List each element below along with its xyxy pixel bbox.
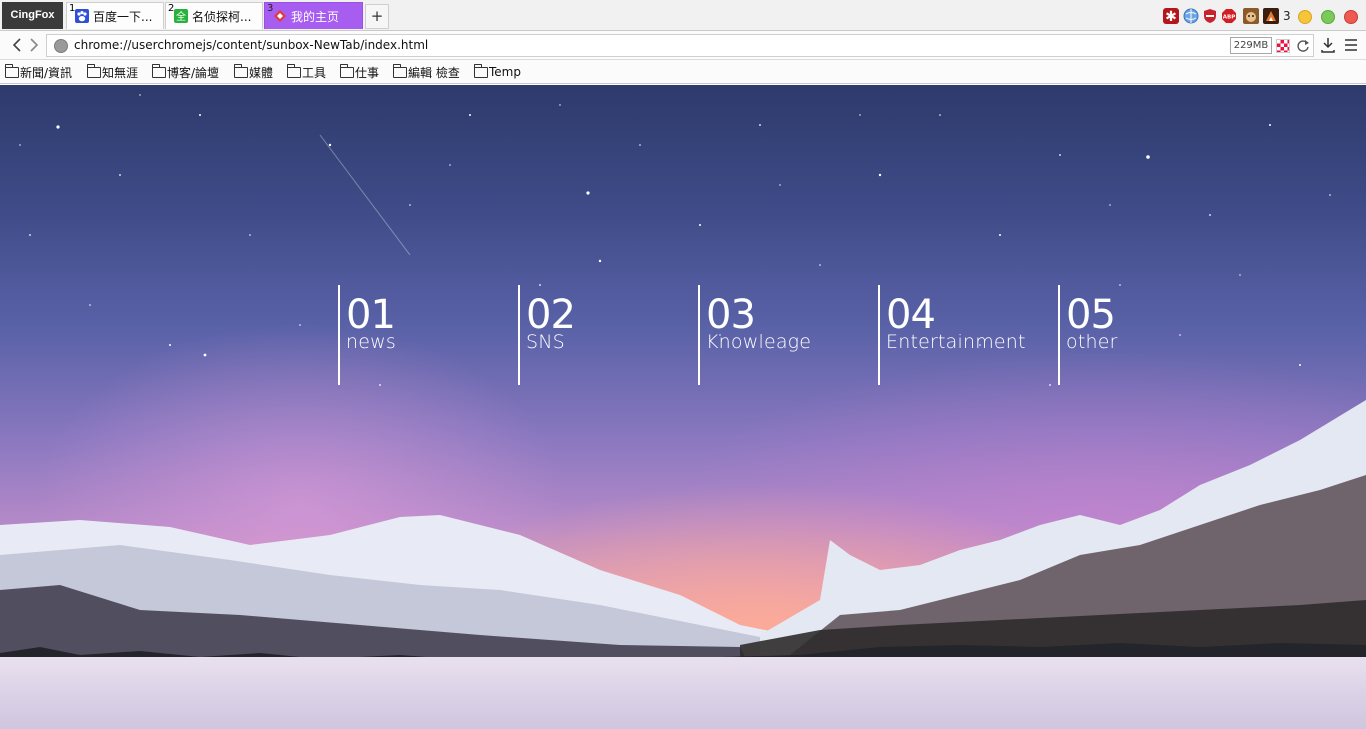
monkey-extension-icon[interactable] bbox=[1243, 8, 1259, 24]
tab-number: 3 bbox=[267, 3, 274, 14]
speed-dial-news[interactable]: 01 news bbox=[338, 285, 508, 385]
asterisk-extension-icon[interactable]: ✱ bbox=[1163, 8, 1179, 25]
new-tab-button[interactable]: + bbox=[365, 4, 389, 29]
url-text[interactable]: chrome://userchromejs/content/sunbox-New… bbox=[74, 35, 428, 56]
diamond-icon bbox=[273, 9, 287, 23]
folder-icon bbox=[87, 63, 101, 78]
extension-count-badge: 3 bbox=[1283, 9, 1291, 23]
bookmark-folder-knowledge[interactable]: 知無涯 bbox=[87, 63, 139, 80]
tab-label: 名侦探柯... bbox=[192, 9, 252, 24]
bookmark-folder-edit[interactable]: 編輯 檢查 bbox=[393, 63, 460, 80]
tile-label: news bbox=[346, 331, 396, 353]
maximize-button[interactable] bbox=[1321, 10, 1335, 24]
bookmark-label: 工具 bbox=[302, 65, 327, 80]
svg-text:全: 全 bbox=[176, 10, 186, 23]
speed-dial-other[interactable]: 05 other bbox=[1058, 285, 1228, 385]
speed-dial-sns[interactable]: 02 SNS bbox=[518, 285, 688, 385]
tab-label: 我的主页 bbox=[291, 9, 340, 24]
paw-icon bbox=[75, 9, 89, 23]
bookmark-label: 新聞/資訊 bbox=[20, 65, 73, 80]
svg-text:✱: ✱ bbox=[1165, 9, 1177, 24]
tab-number: 2 bbox=[168, 3, 175, 14]
speed-dial-entertainment[interactable]: 04 Entertainment bbox=[878, 285, 1048, 385]
tile-label: Knowleage bbox=[706, 331, 812, 353]
bookmark-label: 仕事 bbox=[355, 65, 380, 80]
bookmark-folder-news[interactable]: 新聞/資訊 bbox=[5, 63, 73, 80]
menu-icon[interactable] bbox=[1343, 35, 1359, 60]
folder-icon bbox=[393, 63, 407, 78]
bookmark-label: 知無涯 bbox=[102, 65, 139, 80]
download-icon[interactable] bbox=[1320, 35, 1336, 60]
grid-icon[interactable] bbox=[1276, 39, 1290, 53]
folder-icon bbox=[5, 63, 19, 78]
memory-indicator: 229MB bbox=[1230, 37, 1272, 54]
app-brand-button[interactable]: CingFox bbox=[2, 2, 63, 29]
folder-icon bbox=[340, 63, 354, 78]
folder-icon bbox=[474, 63, 488, 78]
minimize-button[interactable] bbox=[1298, 10, 1312, 24]
newtab-page: 01 news 02 SNS 03 Knowleage 04 Entertain… bbox=[0, 85, 1366, 729]
tile-label: other bbox=[1066, 331, 1118, 353]
site-globe-icon[interactable] bbox=[54, 39, 68, 53]
tab-homepage-active[interactable]: 3 我的主页 bbox=[264, 2, 363, 29]
bookmark-label: Temp bbox=[489, 65, 521, 79]
tab-bar: CingFox 1 百度一下... 2 全 名侦探柯... 3 我的主页 + ✱… bbox=[0, 0, 1366, 31]
tab-number: 1 bbox=[69, 3, 76, 14]
tab-baidu[interactable]: 1 百度一下... bbox=[66, 2, 164, 29]
tile-label: Entertainment bbox=[886, 331, 1026, 353]
snow-field bbox=[0, 657, 1366, 729]
bookmark-folder-media[interactable]: 媒體 bbox=[234, 63, 274, 80]
reload-icon[interactable] bbox=[1296, 36, 1310, 61]
close-button[interactable] bbox=[1344, 10, 1358, 24]
forward-arrow-icon[interactable] bbox=[26, 36, 42, 54]
adblock-extension-icon[interactable]: ABP bbox=[1221, 8, 1237, 24]
folder-icon bbox=[287, 63, 301, 78]
tab-conan[interactable]: 2 全 名侦探柯... bbox=[165, 2, 263, 29]
bookmark-label: 編輯 檢查 bbox=[408, 65, 460, 80]
bookmark-folder-temp[interactable]: Temp bbox=[474, 63, 521, 80]
navigation-bar: chrome://userchromejs/content/sunbox-New… bbox=[0, 31, 1366, 60]
tab-label: 百度一下... bbox=[93, 9, 153, 24]
bookmark-label: 博客/論壇 bbox=[167, 65, 220, 80]
folder-icon bbox=[152, 63, 166, 78]
bookmark-folder-tools[interactable]: 工具 bbox=[287, 63, 327, 80]
folder-icon bbox=[234, 63, 248, 78]
speed-dial-knowledge[interactable]: 03 Knowleage bbox=[698, 285, 868, 385]
address-bar[interactable]: chrome://userchromejs/content/sunbox-New… bbox=[46, 34, 1314, 57]
bookmark-folder-blog[interactable]: 博客/論壇 bbox=[152, 63, 220, 80]
bookmark-label: 媒體 bbox=[249, 65, 274, 80]
back-arrow-icon[interactable] bbox=[9, 36, 25, 54]
shield-extension-icon[interactable] bbox=[1202, 8, 1218, 24]
fox-extension-icon[interactable] bbox=[1263, 8, 1279, 24]
bookmark-folder-work[interactable]: 仕事 bbox=[340, 63, 380, 80]
svg-text:ABP: ABP bbox=[1223, 15, 1235, 21]
globe-extension-icon[interactable] bbox=[1183, 8, 1199, 24]
bookmarks-bar: 新聞/資訊 知無涯 博客/論壇 媒體 工具 仕事 編輯 檢查 Temp bbox=[0, 60, 1366, 84]
green-square-icon: 全 bbox=[174, 9, 188, 23]
tile-label: SNS bbox=[526, 331, 565, 353]
